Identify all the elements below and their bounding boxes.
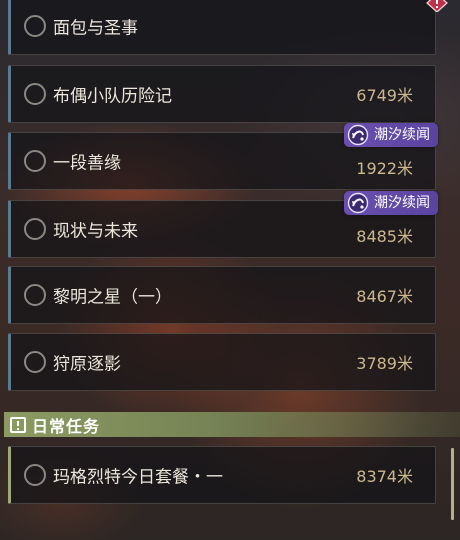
quest-item[interactable]: 一段善缘 1922米 潮汐续闻 [8,123,438,190]
quest-checkbox[interactable] [24,218,46,240]
quest-item[interactable]: 狩原逐影 3789米 [8,333,436,391]
alert-icon [426,0,448,12]
quest-name: 玛格烈特今日套餐・一 [53,467,223,488]
quest-checkbox[interactable] [24,351,46,373]
quest-checkbox[interactable] [24,464,46,486]
exclamation-icon [10,416,26,433]
tidal-sequel-badge: 潮汐续闻 [344,123,438,147]
quest-checkbox[interactable] [24,284,46,306]
quest-item[interactable]: 现状与未来 8485米 潮汐续闻 [8,191,438,258]
quest-distance: 8374米 [356,467,413,486]
quest-name: 狩原逐影 [53,354,121,375]
quest-name: 现状与未来 [53,221,138,242]
quest-distance: 8485米 [356,226,413,246]
tidal-sequel-badge: 潮汐续闻 [344,191,438,215]
quest-checkbox[interactable] [24,150,46,172]
section-title: 日常任务 [32,416,101,436]
quest-item[interactable]: 黎明之星（一） 8467米 [8,266,436,324]
quest-distance: 6749米 [356,86,413,105]
quest-distance: 1922米 [356,158,413,178]
tidal-sequel-icon [347,192,369,214]
quest-distance: 8467米 [356,287,413,306]
quest-checkbox[interactable] [24,15,46,37]
daily-quests-header[interactable]: 日常任务 [4,412,460,437]
quest-distance: 3789米 [356,354,413,373]
quest-item[interactable]: 面包与圣事 [8,0,448,55]
quest-item[interactable]: 玛格烈特今日套餐・一 8374米 [8,446,436,504]
quest-checkbox[interactable] [24,83,46,105]
scrollbar[interactable] [451,448,454,520]
tidal-sequel-icon [347,124,369,146]
quest-name: 布偶小队历险记 [53,86,172,107]
quest-name: 黎明之星（一） [53,287,172,308]
quest-name: 面包与圣事 [53,18,138,39]
quest-name: 一段善缘 [53,153,121,174]
badge-label: 潮汐续闻 [374,195,430,211]
badge-label: 潮汐续闻 [374,127,430,143]
quest-item[interactable]: 布偶小队历险记 6749米 [8,65,436,123]
